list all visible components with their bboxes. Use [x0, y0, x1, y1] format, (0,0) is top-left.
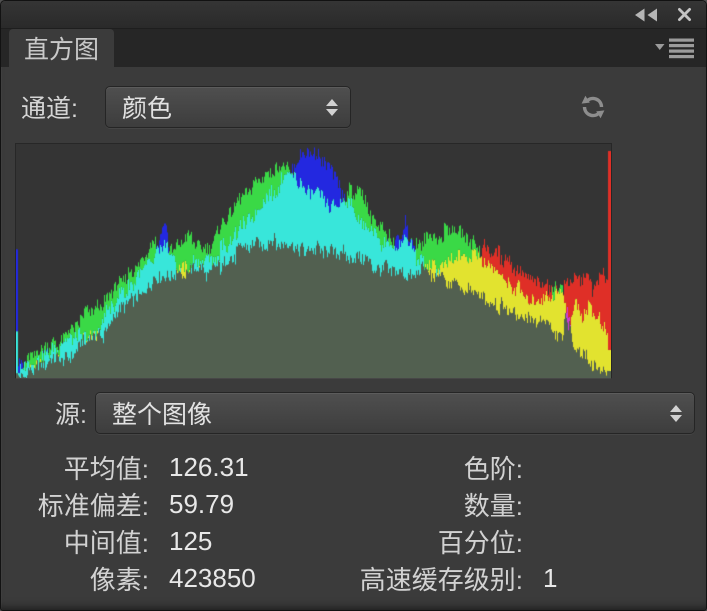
- statistics: 平均值: 126.31 标准偏差: 59.79 中间值: 125 像素: 423…: [1, 449, 706, 597]
- source-selected-value: 整个图像: [112, 395, 212, 431]
- channel-select[interactable]: 颜色: [105, 86, 351, 128]
- stat-label: 百分位:: [341, 523, 523, 560]
- stat-label: 色阶:: [341, 449, 523, 486]
- uncached-refresh-icon[interactable]: [579, 93, 607, 121]
- close-icon[interactable]: [677, 7, 692, 22]
- histogram-panel-window: 直方图 通道: 颜色: [0, 0, 707, 611]
- panel-content: 通道: 颜色: [1, 86, 706, 597]
- stat-value: 126.31: [169, 452, 249, 483]
- channel-row: 通道: 颜色: [1, 86, 706, 128]
- stat-level: 色阶:: [341, 449, 706, 486]
- stat-value: 1: [543, 563, 557, 594]
- histogram-display: [15, 143, 612, 379]
- stat-label: 数量:: [341, 486, 523, 523]
- panel-menu-icon[interactable]: [655, 37, 696, 59]
- dropdown-arrows-icon: [326, 99, 338, 116]
- source-row: 源: 整个图像: [1, 392, 706, 434]
- stat-value: 59.79: [169, 489, 234, 520]
- channel-label: 通道:: [21, 89, 105, 125]
- histogram-canvas: [16, 144, 611, 378]
- source-label: 源:: [55, 395, 87, 431]
- stat-label: 高速缓存级别:: [341, 560, 523, 597]
- stat-mean: 平均值: 126.31: [1, 449, 341, 486]
- stat-cache-level: 高速缓存级别: 1: [341, 560, 706, 597]
- stats-right-column: 色阶: 数量: 百分位: 高速缓存级别: 1: [341, 449, 706, 597]
- stat-median: 中间值: 125: [1, 523, 341, 560]
- stat-percentile: 百分位:: [341, 523, 706, 560]
- channel-selected-value: 颜色: [122, 89, 172, 125]
- titlebar: [1, 1, 706, 29]
- stat-std-dev: 标准偏差: 59.79: [1, 486, 341, 523]
- stat-count: 数量:: [341, 486, 706, 523]
- stat-pixels: 像素: 423850: [1, 560, 341, 597]
- stat-label: 平均值:: [1, 449, 149, 486]
- tab-bar: 直方图: [1, 29, 706, 67]
- stat-label: 标准偏差:: [1, 486, 149, 523]
- tab-label: 直方图: [24, 30, 99, 66]
- collapse-panel-icon[interactable]: [634, 8, 659, 22]
- stat-value: 423850: [169, 563, 256, 594]
- stat-label: 像素:: [1, 560, 149, 597]
- stat-label: 中间值:: [1, 523, 149, 560]
- stat-value: 125: [169, 526, 212, 557]
- source-select[interactable]: 整个图像: [95, 392, 695, 434]
- dropdown-arrows-icon: [670, 405, 682, 422]
- stats-left-column: 平均值: 126.31 标准偏差: 59.79 中间值: 125 像素: 423…: [1, 449, 341, 597]
- tab-histogram[interactable]: 直方图: [9, 29, 114, 67]
